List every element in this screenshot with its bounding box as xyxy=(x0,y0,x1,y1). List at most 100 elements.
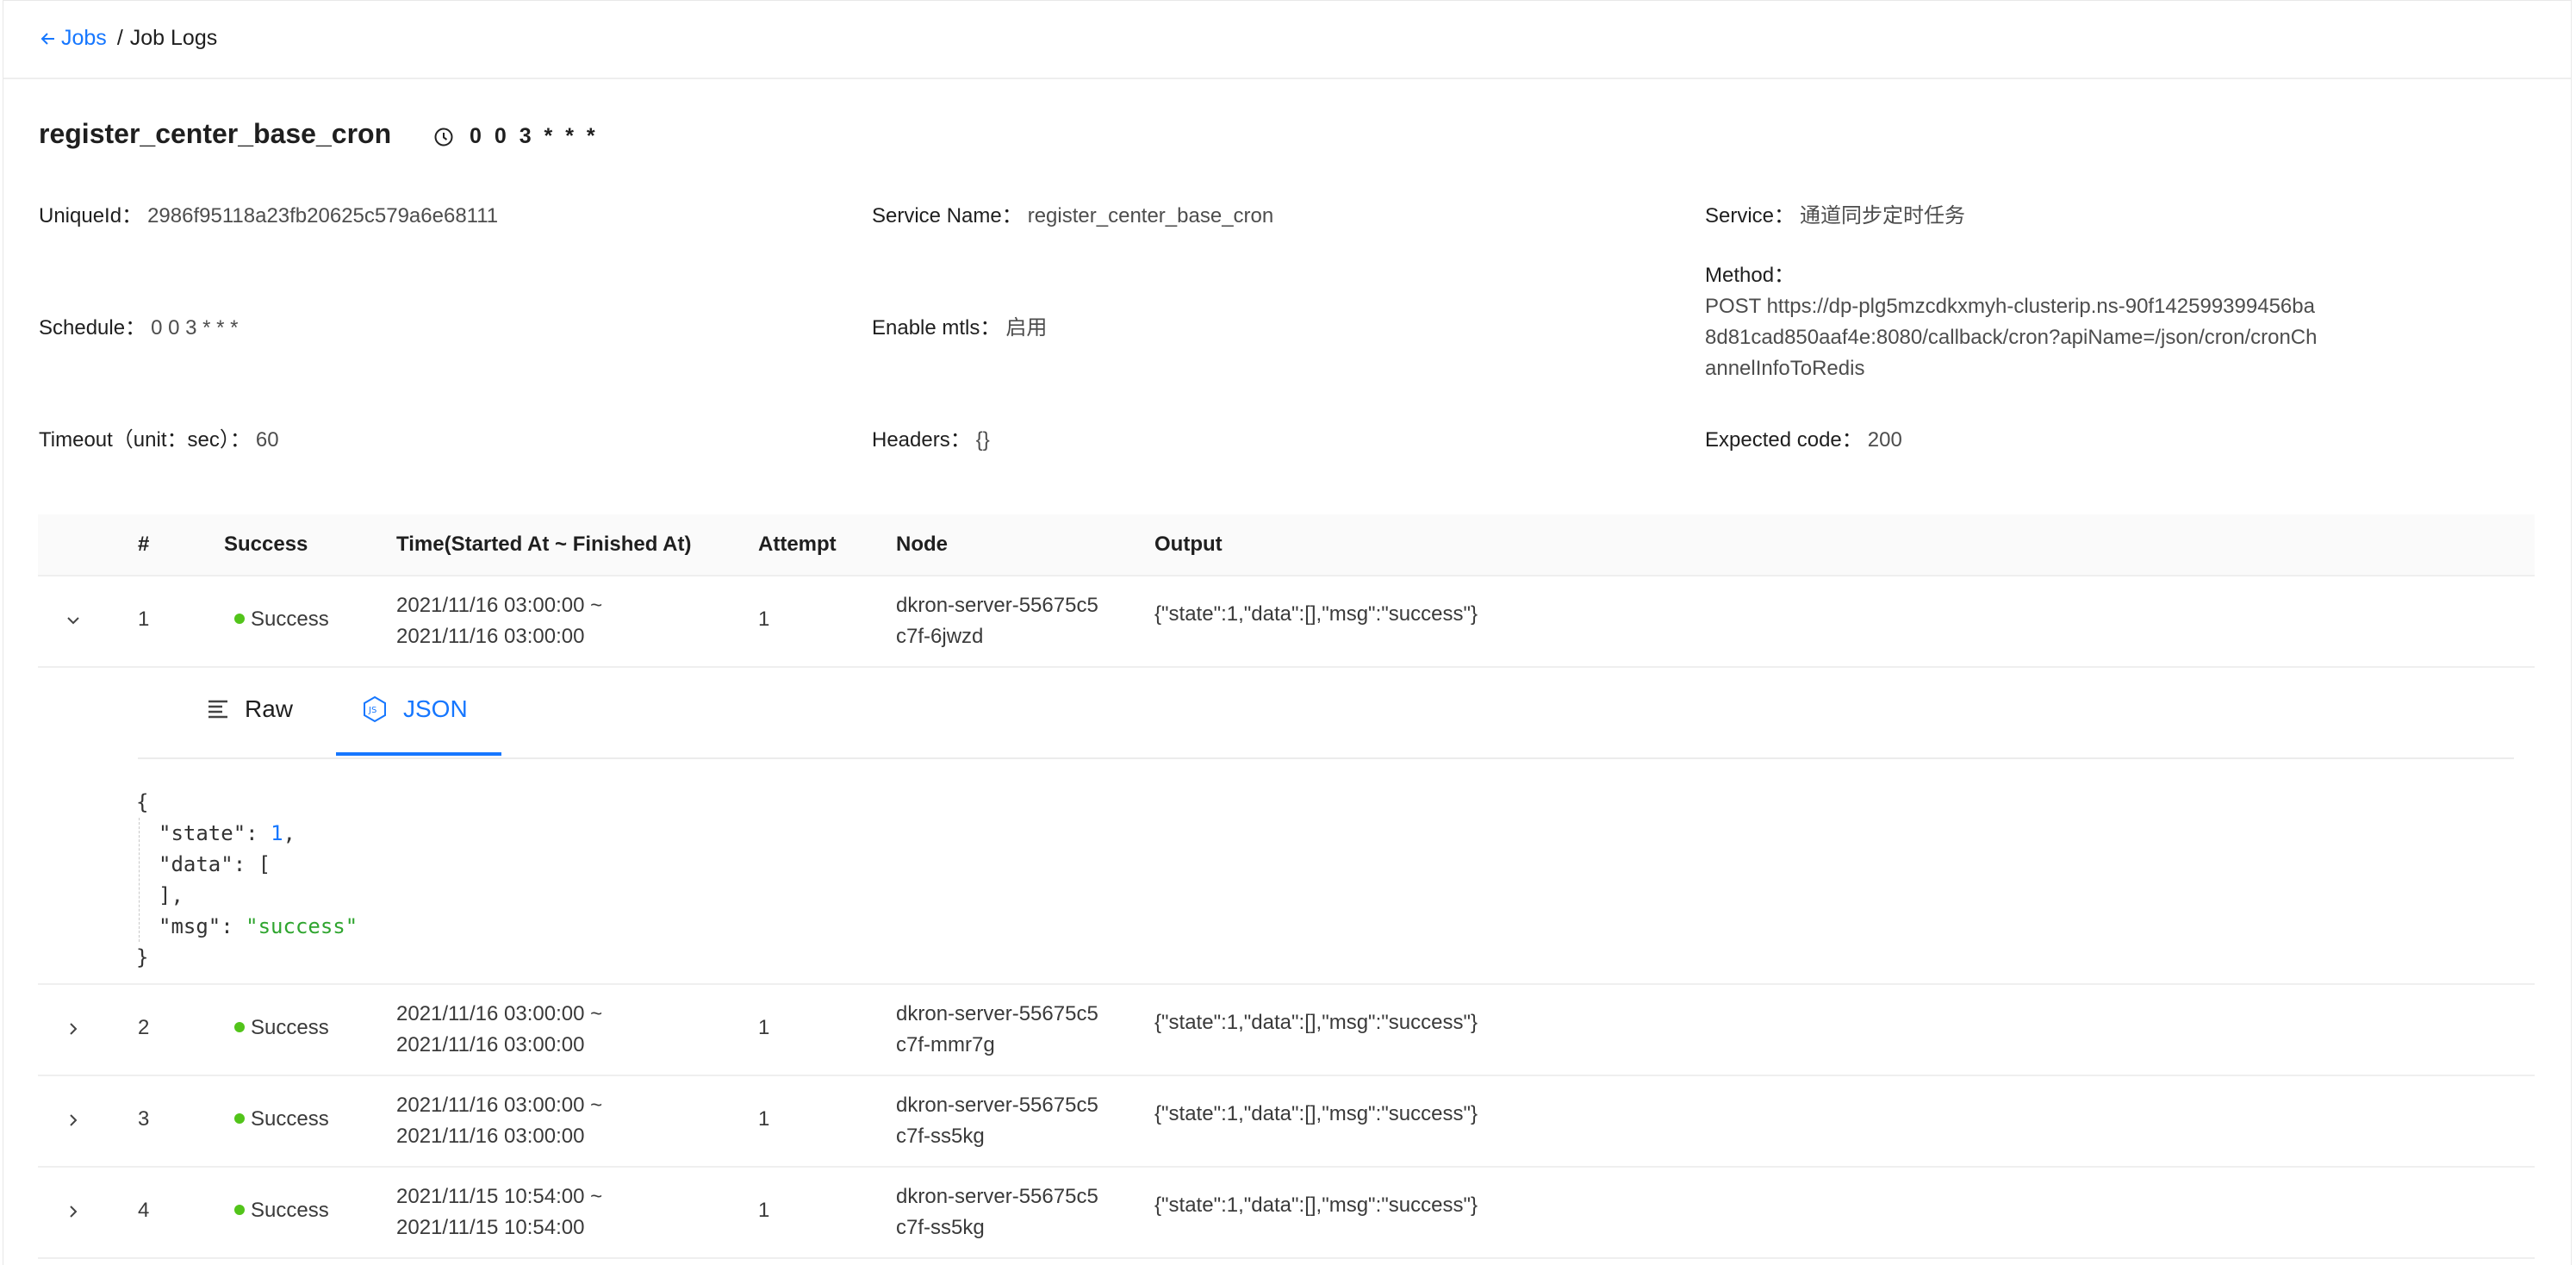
column-header-node: Node xyxy=(896,533,948,556)
chevron-right-icon xyxy=(70,1206,78,1218)
collapse-row-button[interactable] xyxy=(60,608,86,633)
detail-label: Headers： xyxy=(872,428,971,452)
json-line-data-close: ], xyxy=(159,883,184,907)
column-header-success: Success xyxy=(224,533,308,556)
detail-value: 启用 xyxy=(1005,316,1048,340)
detail-value: 200 xyxy=(1867,428,1902,452)
detail-value: 0 0 3 * * * xyxy=(151,316,239,340)
detail-value: POST https://dp-plg5mzcdkxmyh-clusterip.… xyxy=(1705,295,2318,380)
row-index: 2 xyxy=(138,1016,150,1039)
row-node: dkron-server-55675c5 c7f-6jwzd xyxy=(896,590,1098,652)
detail-value: 通道同步定时任务 xyxy=(1800,204,1966,227)
success-dot-icon xyxy=(234,1021,245,1032)
svg-text:JS: JS xyxy=(368,706,376,715)
node-line-1: dkron-server-55675c5 xyxy=(896,594,1098,617)
row-output: {"state":1,"data":[],"msg":"success"} xyxy=(1154,1193,1478,1217)
row-output: {"state":1,"data":[],"msg":"success"} xyxy=(1154,602,1478,626)
row-time: 2021/11/16 03:00:00 ~ 2021/11/16 03:00:00 xyxy=(396,999,602,1061)
json-key: "data" xyxy=(159,852,233,876)
row-index: 3 xyxy=(138,1107,150,1131)
status-badge: Success xyxy=(234,1199,329,1223)
time-end: 2021/11/16 03:00:00 xyxy=(396,1033,585,1056)
time-start: 2021/11/16 03:00:00 ~ xyxy=(396,1094,603,1117)
expand-row-button[interactable] xyxy=(60,1199,86,1224)
job-schedule: 0 0 3 * * * xyxy=(433,124,599,149)
detail-expected-code: Expected code： 200 xyxy=(1705,422,1902,452)
success-dot-icon xyxy=(234,1112,245,1124)
row-attempt: 1 xyxy=(758,1016,770,1039)
breadcrumb-current: Job Logs xyxy=(129,26,218,50)
chevron-right-icon xyxy=(70,1023,78,1035)
detail-label: Schedule： xyxy=(39,316,146,340)
row-attempt: 1 xyxy=(758,608,770,631)
row-time: 2021/11/15 10:54:00 ~ 2021/11/15 10:54:00 xyxy=(396,1181,602,1243)
column-header-index: # xyxy=(138,533,150,556)
job-title: register_center_base_cron xyxy=(39,118,392,149)
json-body: "state": 1, "data": [ ], "msg": "success… xyxy=(139,818,358,942)
status-text: Success xyxy=(251,1107,329,1131)
back-to-jobs-link[interactable]: Jobs xyxy=(40,26,107,51)
detail-value: register_center_base_cron xyxy=(1027,204,1274,227)
json-line-data: "data": [ xyxy=(159,852,271,876)
json-number: 1 xyxy=(271,821,283,845)
row-index: 4 xyxy=(138,1199,150,1222)
row-output: {"state":1,"data":[],"msg":"success"} xyxy=(1154,1011,1478,1034)
node-line-1: dkron-server-55675c5 xyxy=(896,1185,1098,1208)
column-header-output: Output xyxy=(1154,533,1223,556)
table-row[interactable]: 2 Success 2021/11/16 03:00:00 ~2021/11/1… xyxy=(38,985,2535,1076)
detail-value: 2986f95118a23fb20625c579a6e68111 xyxy=(147,204,499,227)
detail-headers: Headers：{} xyxy=(872,422,990,452)
json-line-state: "state": 1, xyxy=(159,821,296,845)
row-node: dkron-server-55675c5 c7f-mmr7g xyxy=(896,999,1098,1061)
json-bracket: [ xyxy=(258,852,271,876)
node-line-2: c7f-6jwzd xyxy=(896,625,984,648)
node-line-2: c7f-mmr7g xyxy=(896,1033,995,1056)
json-open-brace: { xyxy=(136,790,149,814)
tab-json[interactable]: JS JSON xyxy=(362,695,468,723)
column-header-time: Time(Started At ~ Finished At) xyxy=(396,533,692,556)
job-logs-table: # Success Time(Started At ~ Finished At)… xyxy=(38,514,2535,1259)
time-start: 2021/11/15 10:54:00 ~ xyxy=(396,1185,603,1208)
time-end: 2021/11/16 03:00:00 xyxy=(396,1125,585,1148)
node-line-1: dkron-server-55675c5 xyxy=(896,1094,1098,1117)
status-badge: Success xyxy=(234,1016,329,1040)
detail-service: Service： 通道同步定时任务 xyxy=(1705,198,1965,228)
chevron-right-icon xyxy=(70,1114,78,1126)
detail-schedule: Schedule： 0 0 3 * * * xyxy=(39,310,238,340)
chevron-down-icon xyxy=(67,617,79,625)
success-dot-icon xyxy=(234,613,245,624)
status-badge: Success xyxy=(234,608,329,632)
json-key: "msg" xyxy=(159,914,221,938)
time-end: 2021/11/16 03:00:00 xyxy=(396,625,585,648)
status-text: Success xyxy=(251,608,329,631)
breadcrumb-separator: / xyxy=(116,26,123,50)
tab-raw-label: Raw xyxy=(245,695,294,722)
status-text: Success xyxy=(251,1016,329,1039)
table-header: # Success Time(Started At ~ Finished At)… xyxy=(38,514,2535,576)
expand-row-button[interactable] xyxy=(60,1107,86,1133)
row-node: dkron-server-55675c5 c7f-ss5kg xyxy=(896,1090,1098,1152)
detail-value: {} xyxy=(975,428,990,452)
tab-raw[interactable]: Raw xyxy=(207,695,293,723)
status-text: Success xyxy=(251,1199,329,1222)
table-row[interactable]: 4 Success 2021/11/15 10:54:00 ~2021/11/1… xyxy=(38,1168,2535,1259)
node-line-1: dkron-server-55675c5 xyxy=(896,1002,1098,1025)
nodejs-icon: JS xyxy=(364,695,386,723)
table-row[interactable]: 1 Success 2021/11/16 03:00:00 ~2021/11/1… xyxy=(38,576,2535,668)
expand-row-button[interactable] xyxy=(60,1016,86,1042)
node-line-2: c7f-ss5kg xyxy=(896,1125,985,1148)
row-time: 2021/11/16 03:00:00 ~ 2021/11/16 03:00:00 xyxy=(396,590,602,652)
table-row[interactable]: 3 Success 2021/11/16 03:00:00 ~ 2021/11/1… xyxy=(38,1076,2535,1168)
detail-label: Timeout（unit：sec）： xyxy=(39,428,251,452)
output-tabs: Raw JS JSON xyxy=(138,668,2514,759)
detail-label: Service Name： xyxy=(872,204,1023,227)
detail-label: Enable mtls： xyxy=(872,316,1001,340)
top-bar: Jobs / Job Logs xyxy=(3,0,2571,79)
detail-label: UniqueId： xyxy=(39,204,143,227)
row-node: dkron-server-55675c5 c7f-ss5kg xyxy=(896,1181,1098,1243)
row-output: {"state":1,"data":[],"msg":"success"} xyxy=(1154,1102,1478,1125)
active-tab-indicator xyxy=(336,752,501,756)
status-badge: Success xyxy=(234,1107,329,1131)
detail-timeout: Timeout（unit：sec）： 60 xyxy=(39,422,279,452)
schedule-value: 0 0 3 * * * xyxy=(470,124,599,148)
